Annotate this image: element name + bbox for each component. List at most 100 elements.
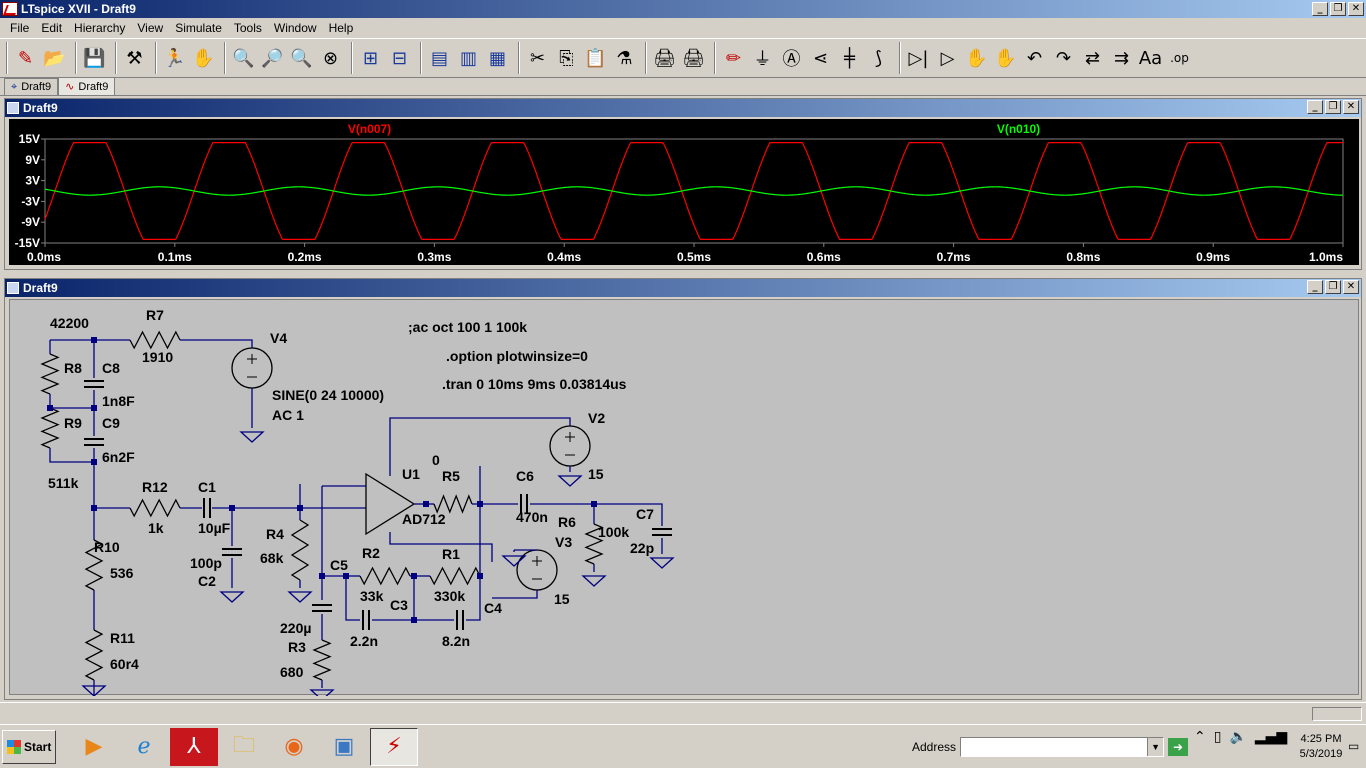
toolbar-button-icon[interactable]: Aa (1136, 42, 1165, 74)
resistor-symbol (84, 629, 104, 681)
toolbar-button-icon[interactable]: 📋 (581, 42, 610, 74)
ltspice-taskbar-icon[interactable]: ⚡ (370, 727, 418, 766)
schematic-minimize-button[interactable]: _ (1307, 280, 1323, 294)
toolbar-button-icon[interactable]: ⏚ (748, 42, 777, 74)
toolbar-button-icon[interactable]: ⚗ (610, 42, 639, 74)
r11-value: 60r4 (110, 656, 139, 672)
tab-schematic-draft9[interactable]: ⌖ Draft9 (4, 78, 59, 95)
toolbar-button-icon[interactable]: 🔎 (258, 42, 287, 74)
c5-value: 220µ (280, 620, 311, 636)
waveform-chart[interactable]: 15V 9V 3V -3V -9V -15V0.0ms 0.1ms 0.2ms 0.3ms 0.4… (9, 119, 1359, 265)
toolbar-button-icon[interactable]: .op (1165, 42, 1194, 74)
toolbar-button-icon[interactable]: ▷| (904, 42, 933, 74)
r2-value: 33k (360, 588, 384, 604)
toolbar-button-icon[interactable]: 🖨 (650, 42, 679, 74)
y-tick-label: 3V (25, 174, 40, 188)
toolbar-button-icon[interactable]: ✂ (523, 42, 552, 74)
wire (49, 448, 94, 463)
toolbar-button-icon[interactable]: 🏃 (160, 42, 189, 74)
toolbar-button-icon[interactable]: 💾 (80, 42, 109, 74)
v4-value: SINE(0 24 10000) (272, 387, 384, 403)
network-icon[interactable]: ▂▄▆ (1255, 729, 1287, 745)
status-pane (1312, 707, 1362, 721)
photo-viewer-icon[interactable]: ▣ (320, 728, 368, 766)
toolbar-button-icon[interactable]: ⎘ (552, 42, 581, 74)
menu-view[interactable]: View (131, 21, 169, 35)
clock-time: 4:25 PM (1300, 733, 1342, 745)
menu-help[interactable]: Help (323, 21, 360, 35)
toolbar-button-icon[interactable]: ⚒ (120, 42, 149, 74)
toolbar-button-icon[interactable]: 🖨 (679, 42, 708, 74)
restore-button[interactable]: ❐ (1330, 2, 1346, 16)
toolbar-button-icon[interactable]: 🔍 (287, 42, 316, 74)
v4-ac: AC 1 (272, 407, 304, 423)
toolbar-button-icon[interactable]: ↷ (1049, 42, 1078, 74)
menu-edit[interactable]: Edit (35, 21, 68, 35)
toolbar-button-icon[interactable]: 🔍 (229, 42, 258, 74)
media-player-icon[interactable]: ▶ (70, 728, 118, 766)
start-button[interactable]: Start (2, 729, 56, 764)
ltspice-app-icon[interactable] (2, 2, 18, 16)
schematic-drawing[interactable]: 42200 R7 1910 V4 R8 C8 1n8F R9 C9 6n2F 511k SINE(0 … (10, 300, 1360, 701)
toolbar-button-icon[interactable]: ✋ (991, 42, 1020, 74)
clock-date: 5/3/2019 (1299, 748, 1343, 760)
resistor-symbol (359, 566, 411, 586)
minimize-button[interactable]: _ (1312, 2, 1328, 16)
address-go-icon[interactable]: ➜ (1168, 738, 1189, 756)
toolbar-button-icon[interactable]: ⊞ (356, 42, 385, 74)
toolbar-button-icon[interactable]: ⇉ (1107, 42, 1136, 74)
menu-simulate[interactable]: Simulate (169, 21, 228, 35)
address-input[interactable]: ▼ (960, 737, 1165, 757)
schematic-close-button[interactable]: ✕ (1343, 280, 1359, 294)
plot-minimize-button[interactable]: _ (1307, 100, 1323, 114)
notification-icon[interactable]: ▭ (1348, 739, 1359, 753)
firefox-icon[interactable]: ◉ (270, 728, 318, 766)
toolbar-button-icon[interactable]: ╪ (835, 42, 864, 74)
toolbar-button-icon[interactable]: ⊗ (316, 42, 345, 74)
ground-icon (309, 689, 335, 701)
toolbar-button-icon[interactable]: ✋ (962, 42, 991, 74)
internet-explorer-icon[interactable]: ℯ (120, 728, 168, 766)
file-explorer-icon[interactable]: 🗀 (220, 728, 268, 766)
c3-value: 2.2n (350, 633, 378, 649)
toolbar-button-icon[interactable]: ⇄ (1078, 42, 1107, 74)
c1-ref: C1 (198, 479, 216, 495)
plot-restore-button[interactable]: ❐ (1325, 100, 1341, 114)
toolbar-button-icon[interactable]: ↶ (1020, 42, 1049, 74)
plot-close-button[interactable]: ✕ (1343, 100, 1359, 114)
toolbar-button-icon[interactable]: ▷ (933, 42, 962, 74)
toolbar-button-icon[interactable]: ✋ (189, 42, 218, 74)
series-line-vn007 (44, 142, 1343, 240)
toolbar-button-icon[interactable]: ⊟ (385, 42, 414, 74)
toolbar-button-icon[interactable]: Ⓐ (777, 42, 806, 74)
waveform-plot-area[interactable]: 15V 9V 3V -3V -9V -15V 0.0ms 0.1ms 0.2ms 0.3ms 0.4… (9, 119, 1359, 265)
toolbar-button-icon[interactable]: ▤ (425, 42, 454, 74)
close-button[interactable]: ✕ (1348, 2, 1364, 16)
toolbar-button-icon[interactable]: ▥ (454, 42, 483, 74)
clock[interactable]: 4:25 PM 5/3/2019 (1292, 732, 1350, 762)
tray-expand-icon[interactable]: ⌃ (1194, 729, 1206, 745)
volume-icon[interactable]: 🔈 (1229, 729, 1246, 745)
toolbar-button-icon[interactable]: 📂 (40, 42, 69, 74)
menu-hierarchy[interactable]: Hierarchy (68, 21, 131, 35)
toolbar-button-icon[interactable]: ⟆ (864, 42, 893, 74)
toolbar-button-icon[interactable]: ⋖ (806, 42, 835, 74)
device-icon[interactable]: ▯ (1214, 729, 1222, 745)
address-dropdown-icon[interactable]: ▼ (1147, 738, 1164, 756)
menu-window[interactable]: Window (268, 21, 323, 35)
tab-waveform-draft9[interactable]: ∿ Draft9 (58, 77, 116, 95)
schematic-restore-button[interactable]: ❐ (1325, 280, 1341, 294)
resistor-symbol (40, 407, 60, 449)
menu-tools[interactable]: Tools (228, 21, 268, 35)
schematic-canvas[interactable]: 42200 R7 1910 V4 R8 C8 1n8F R9 C9 6n2F 511k SINE(0 … (9, 299, 1360, 701)
toolbar-button-icon[interactable]: ✎ (11, 42, 40, 74)
acrobat-reader-icon[interactable]: ⅄ (170, 727, 218, 766)
schematic-icon: ⌖ (11, 80, 18, 93)
r5-value: 0 (432, 452, 440, 468)
c5-ref: C5 (330, 557, 348, 573)
toolbar-button-icon[interactable]: ✏ (719, 42, 748, 74)
schematic-window-icon (7, 282, 19, 294)
ground-icon (287, 591, 313, 603)
toolbar-button-icon[interactable]: ▦ (483, 42, 512, 74)
menu-file[interactable]: File (4, 21, 35, 35)
